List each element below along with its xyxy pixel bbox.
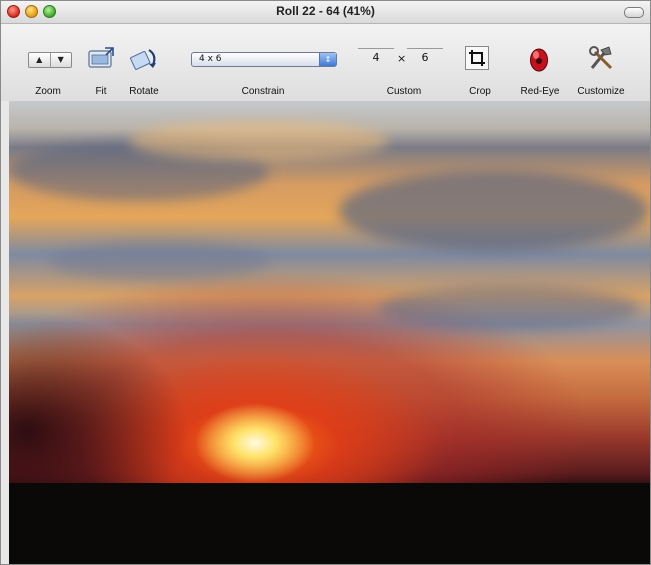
dark-cloud xyxy=(9,311,189,511)
constrain-label: Constrain xyxy=(241,86,285,97)
customize-label: Customize xyxy=(577,86,625,97)
tools-icon[interactable] xyxy=(587,44,617,72)
constrain-selected-value: 4 x 6 xyxy=(199,54,222,64)
sunset-photo[interactable] xyxy=(9,101,650,564)
fit-label: Fit xyxy=(95,86,107,97)
zoom-label: Zoom xyxy=(35,86,61,97)
toolbar-toggle-button[interactable] xyxy=(624,7,644,18)
custom-height-field[interactable]: 6 xyxy=(407,48,443,67)
times-sign: × xyxy=(397,52,407,65)
photo-editor-window: Roll 22 - 64 (41%) ▲ ▼ Zoom Fit Rotate 4… xyxy=(0,0,651,565)
window-title: Roll 22 - 64 (41%) xyxy=(276,4,375,18)
rotate-icon[interactable] xyxy=(129,46,159,72)
custom-label: Custom xyxy=(386,86,422,97)
select-arrows-icon: ⇕ xyxy=(319,53,336,66)
crop-label: Crop xyxy=(469,86,491,97)
constrain-select[interactable]: 4 x 6 ⇕ xyxy=(191,52,337,67)
red-eye-label: Red-Eye xyxy=(520,86,560,97)
cloud-band xyxy=(339,171,649,251)
title-bar[interactable]: Roll 22 - 64 (41%) xyxy=(1,1,650,24)
red-eye-icon[interactable] xyxy=(529,46,549,72)
cloud-band xyxy=(379,286,639,331)
rotate-label: Rotate xyxy=(129,86,159,97)
cloud-band xyxy=(49,241,269,281)
zoom-out-arrow-icon[interactable]: ▼ xyxy=(51,53,72,67)
custom-width-field[interactable]: 4 xyxy=(358,48,394,67)
horizon-ground xyxy=(9,483,650,564)
cloud-band xyxy=(129,121,389,161)
crop-icon[interactable] xyxy=(465,46,489,70)
zoom-stepper[interactable]: ▲ ▼ xyxy=(28,52,72,68)
zoom-in-arrow-icon[interactable]: ▲ xyxy=(29,53,51,67)
fit-window-icon[interactable] xyxy=(87,46,115,70)
toolbar: ▲ ▼ Zoom Fit Rotate 4 x 6 ⇕ Constrain 4 … xyxy=(1,24,650,101)
